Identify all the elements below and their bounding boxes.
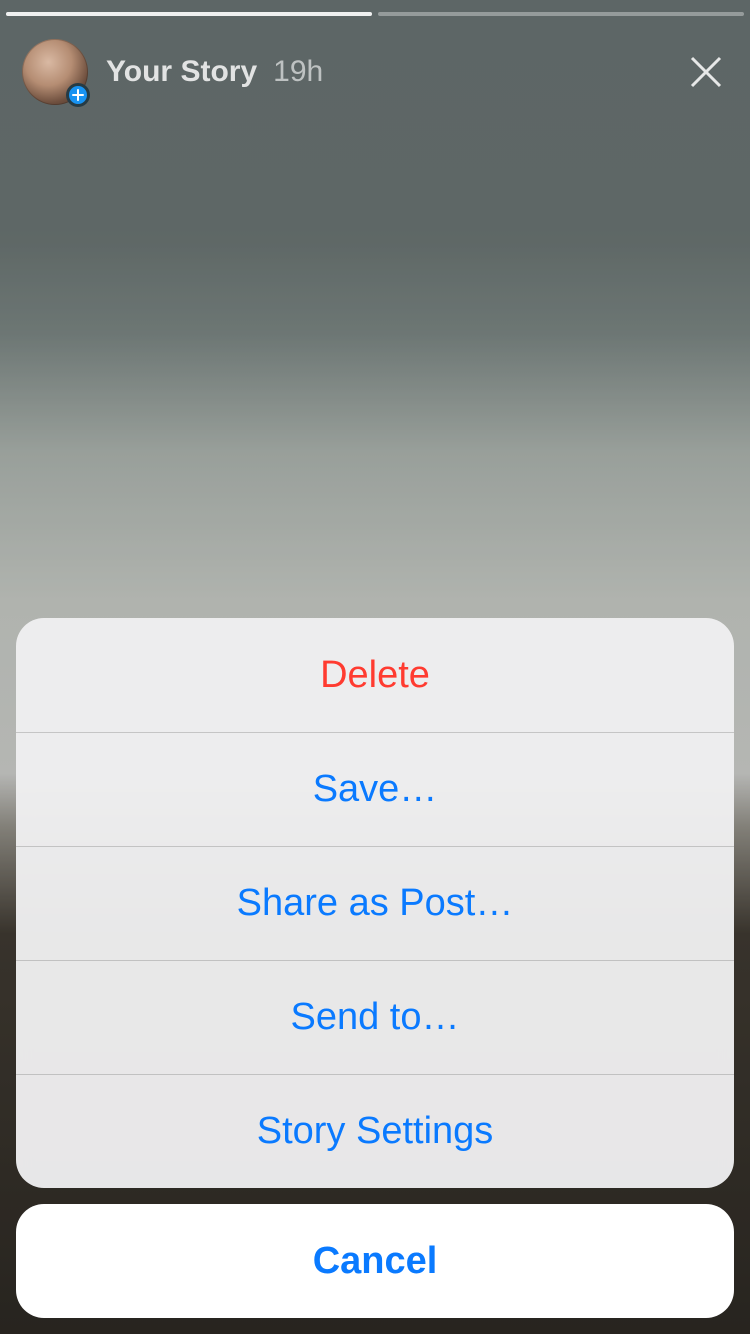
close-icon bbox=[686, 52, 726, 92]
action-delete[interactable]: Delete bbox=[16, 618, 734, 732]
action-share-as-post[interactable]: Share as Post… bbox=[16, 846, 734, 960]
story-progress-segment bbox=[378, 12, 744, 16]
action-sheet-group: Delete Save… Share as Post… Send to… Sto… bbox=[16, 618, 734, 1188]
plus-icon bbox=[72, 89, 84, 101]
action-story-settings[interactable]: Story Settings bbox=[16, 1074, 734, 1188]
action-send-to[interactable]: Send to… bbox=[16, 960, 734, 1074]
avatar-container[interactable] bbox=[22, 39, 88, 105]
close-button[interactable] bbox=[682, 48, 730, 96]
action-sheet: Delete Save… Share as Post… Send to… Sto… bbox=[16, 618, 734, 1318]
add-to-story-badge[interactable] bbox=[66, 83, 90, 107]
story-progress-track bbox=[6, 12, 744, 16]
cancel-button[interactable]: Cancel bbox=[16, 1204, 734, 1318]
story-header: Your Story 19h bbox=[0, 34, 750, 110]
story-viewer: Your Story 19h Delete Save… Share as Pos… bbox=[0, 0, 750, 1334]
action-save[interactable]: Save… bbox=[16, 732, 734, 846]
story-timestamp: 19h bbox=[273, 55, 323, 89]
story-progress-fill bbox=[6, 12, 372, 16]
action-sheet-cancel-group: Cancel bbox=[16, 1204, 734, 1318]
story-progress-segment bbox=[6, 12, 372, 16]
story-title: Your Story bbox=[106, 55, 257, 89]
